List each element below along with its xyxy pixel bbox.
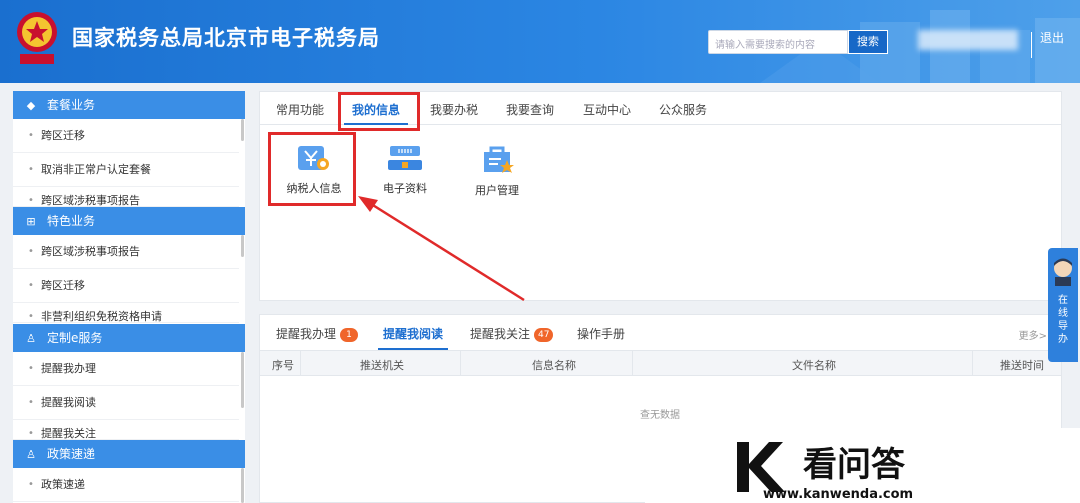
tab-remind-handle[interactable]: 提醒我办理 1	[276, 325, 359, 342]
user-name-blurred	[918, 30, 1018, 50]
person-icon: ♙	[26, 332, 36, 345]
sidebar: ◆ 套餐业务 跨区迁移 取消非正常户认定套餐 跨区域涉税事项报告 ⊞ 特色业务 跨区…	[13, 91, 245, 503]
online-guide-label: 在 线 导 办	[1048, 294, 1078, 346]
tab-tax-handling[interactable]: 我要办税	[430, 101, 478, 118]
column-divider	[300, 351, 301, 375]
column-divider	[632, 351, 633, 375]
column-divider	[460, 351, 461, 375]
tab-common[interactable]: 常用功能	[276, 101, 324, 118]
sidebar-item[interactable]: 提醒我办理	[13, 352, 239, 386]
cube-icon: ◆	[26, 99, 36, 112]
search-button[interactable]: 搜索	[848, 30, 888, 54]
guide-char: 办	[1058, 334, 1068, 345]
scrollbar-thumb[interactable]	[241, 235, 244, 257]
sidebar-section-title: 特色业务	[47, 214, 96, 228]
guide-char: 线	[1058, 308, 1068, 319]
grid-icon: ⊞	[26, 215, 36, 228]
tax-emblem-logo	[17, 12, 57, 64]
guide-char: 在	[1058, 295, 1068, 306]
watermark-overlay: 看问答 www.kanwenda.com	[645, 428, 1080, 503]
sidebar-section-package[interactable]: ◆ 套餐业务	[13, 91, 245, 119]
guide-char: 导	[1058, 321, 1068, 332]
tab-interaction[interactable]: 互动中心	[583, 101, 631, 118]
site-title: 国家税务总局北京市电子税务局	[72, 26, 380, 50]
sidebar-item[interactable]: 跨区迁移	[13, 269, 239, 303]
tab-remind-read[interactable]: 提醒我阅读	[383, 325, 443, 342]
sidebar-item[interactable]: 跨区域涉税事项报告	[13, 187, 239, 207]
column-header: 序号	[272, 359, 294, 372]
svg-text:看问答: 看问答	[803, 445, 906, 485]
tab-label: 提醒我办理	[276, 327, 337, 341]
service-agent-icon	[1054, 258, 1072, 286]
sidebar-item[interactable]: 跨区域涉税事项报告	[13, 235, 239, 269]
kanwenda-watermark-logo: 看问答 www.kanwenda.com	[737, 442, 913, 502]
sidebar-item[interactable]: 取消非正常户认定套餐	[13, 153, 239, 187]
user-management-icon	[484, 146, 514, 173]
sidebar-section-title: 套餐业务	[47, 98, 96, 112]
count-badge: 47	[534, 328, 554, 342]
electronic-data-icon	[388, 146, 422, 170]
sidebar-section-title: 定制e服务	[47, 331, 103, 345]
column-header: 文件名称	[792, 359, 836, 372]
header-bar: 国家税务总局北京市电子税务局 请输入需要搜索的内容 搜索 退出	[0, 0, 1080, 83]
tab-manual[interactable]: 操作手册	[577, 325, 625, 342]
more-link[interactable]: 更多>	[1019, 327, 1047, 342]
tab-query[interactable]: 我要查询	[506, 101, 554, 118]
tab-remind-follow[interactable]: 提醒我关注 47	[470, 325, 554, 342]
person-icon: ♙	[26, 448, 36, 461]
sidebar-section-featured[interactable]: ⊞ 特色业务	[13, 207, 245, 235]
sidebar-item[interactable]: 提醒我阅读	[13, 386, 239, 420]
scrollbar-thumb[interactable]	[241, 352, 244, 408]
sidebar-item[interactable]: 非营利组织免税资格申请	[13, 303, 239, 323]
column-header: 推送时间	[1000, 359, 1044, 372]
scrollbar-thumb[interactable]	[241, 119, 244, 141]
tab-public-service[interactable]: 公众服务	[659, 101, 707, 118]
search-input[interactable]: 请输入需要搜索的内容	[708, 30, 848, 54]
online-guide-button[interactable]: 在 线 导 办	[1048, 248, 1078, 362]
sidebar-item[interactable]: 政策速递	[13, 468, 239, 502]
sidebar-section-title: 政策速递	[47, 447, 96, 461]
scrollbar-thumb[interactable]	[241, 468, 244, 503]
column-header: 推送机关	[360, 359, 404, 372]
logout-button[interactable]: 退出	[1040, 29, 1064, 46]
sidebar-item[interactable]: 跨区迁移	[13, 119, 239, 153]
annotation-arrow	[358, 196, 525, 302]
electronic-data-button[interactable]: 电子资料	[365, 142, 445, 196]
tab-label: 提醒我关注	[470, 327, 531, 341]
header-divider	[1031, 32, 1032, 58]
tab-label: 提醒我阅读	[383, 327, 444, 341]
column-header: 信息名称	[532, 359, 576, 372]
annotation-box-tab	[338, 92, 420, 131]
column-divider	[972, 351, 973, 375]
sidebar-section-policy[interactable]: ♙ 政策速递	[13, 440, 245, 468]
count-badge: 1	[340, 328, 359, 342]
tab-label: 操作手册	[577, 327, 626, 341]
sidebar-item[interactable]: 提醒我关注	[13, 420, 239, 440]
empty-state-text: 查无数据	[640, 410, 680, 421]
sidebar-section-custom[interactable]: ♙ 定制e服务	[13, 324, 245, 352]
svg-text:www.kanwenda.com: www.kanwenda.com	[763, 487, 913, 502]
table-header: 序号 推送机关 信息名称 文件名称 推送时间	[260, 350, 1061, 376]
